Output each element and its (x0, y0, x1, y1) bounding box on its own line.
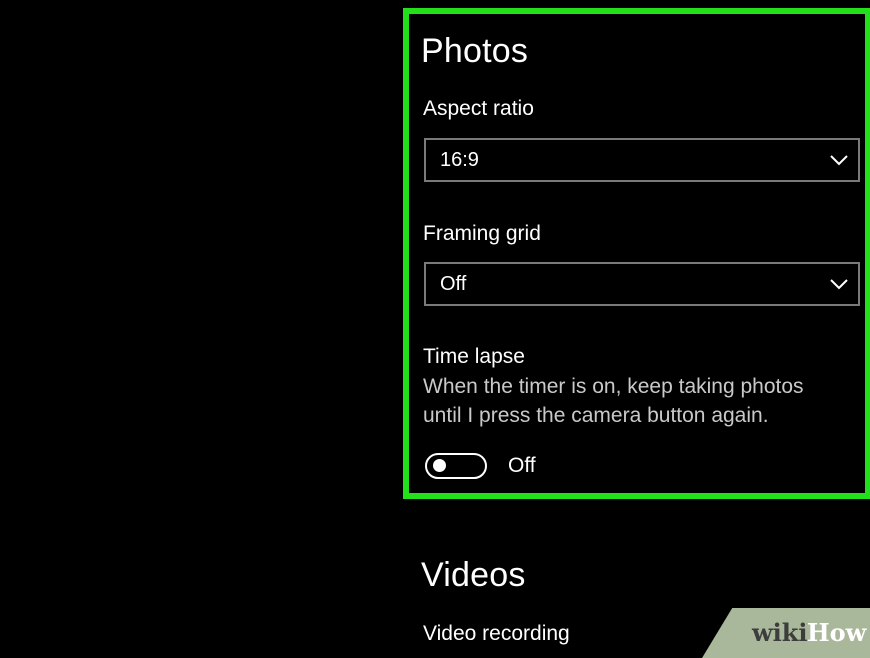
time-lapse-toggle[interactable] (425, 453, 487, 479)
watermark-how: How (807, 618, 867, 647)
chevron-down-icon (830, 155, 848, 166)
framing-grid-label: Framing grid (423, 222, 541, 245)
chevron-down-icon (830, 279, 848, 290)
time-lapse-description-line1: When the timer is on, keep taking photos (423, 375, 804, 398)
aspect-ratio-label: Aspect ratio (423, 97, 534, 120)
photos-section-title: Photos (421, 32, 529, 70)
time-lapse-toggle-state: Off (508, 454, 536, 477)
left-pane (0, 0, 402, 658)
watermark-wiki: wiki (752, 618, 808, 647)
time-lapse-description-line2: until I press the camera button again. (423, 404, 769, 427)
framing-grid-dropdown[interactable]: Off (424, 262, 860, 306)
wikihow-watermark: wiki How (702, 608, 870, 658)
aspect-ratio-dropdown[interactable]: 16:9 (424, 138, 860, 182)
framing-grid-value: Off (440, 273, 467, 295)
aspect-ratio-value: 16:9 (440, 149, 479, 171)
video-recording-label: Video recording (423, 622, 570, 645)
toggle-knob (433, 459, 446, 472)
videos-section-title: Videos (421, 556, 526, 594)
time-lapse-label: Time lapse (423, 345, 525, 368)
